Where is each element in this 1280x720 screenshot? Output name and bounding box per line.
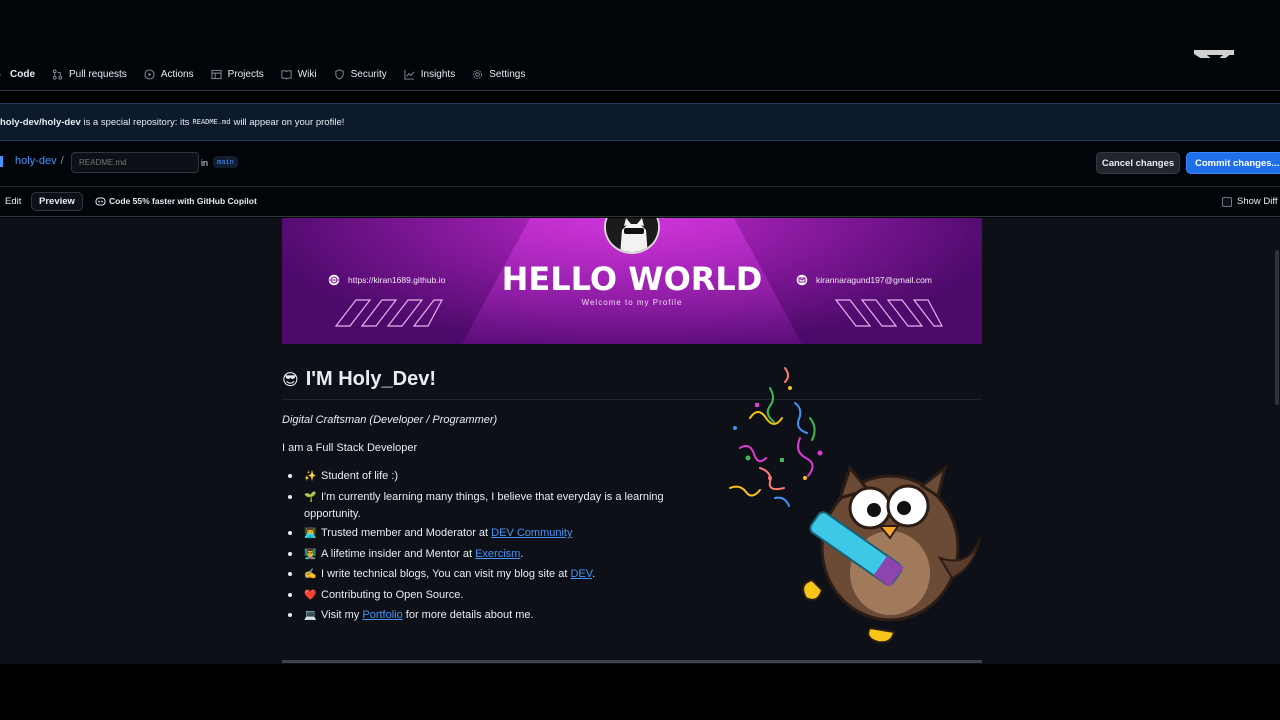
tab-code[interactable]: › Code — [0, 58, 35, 91]
party-owl-icon — [729, 367, 981, 644]
teacher-emoji-icon: 👨‍🏫 — [304, 548, 317, 560]
stripes-left-icon — [334, 299, 444, 327]
commit-changes-button[interactable]: Commit changes... — [1186, 152, 1280, 174]
portfolio-link[interactable]: Portfolio — [362, 609, 402, 621]
list-item: 💻 Visit my Portfolio for more details abo… — [288, 607, 684, 624]
notice-text-1: is a special repository: its — [83, 116, 190, 128]
bottom-letterbox — [0, 664, 1280, 720]
tab-pull-requests[interactable]: Pull requests — [52, 58, 127, 91]
filename-input[interactable] — [71, 152, 199, 173]
banner-email: kirannaragund197@gmail.com — [796, 274, 932, 286]
profile-readme-notice: holy-dev/holy-dev is a special repositor… — [0, 103, 1280, 141]
list-item: ❤️ Contributing to Open Source. — [288, 587, 684, 604]
branch-badge[interactable]: main — [213, 156, 238, 168]
writing-hand-emoji-icon: ✍️ — [304, 569, 317, 580]
tab-actions-label: Actions — [160, 68, 194, 80]
mail-icon — [796, 274, 808, 286]
list-item: ✍️ I write technical blogs, You can visit… — [288, 566, 684, 583]
book-icon — [281, 69, 292, 80]
dev-blog-link[interactable]: DEV — [570, 568, 592, 580]
show-diff-checkbox[interactable] — [1222, 196, 1232, 207]
notice-repo-name: holy-dev/holy-dev — [0, 116, 81, 128]
list-item-text: for more details about me. — [402, 609, 534, 621]
tab-edit[interactable]: Edit — [0, 193, 26, 210]
repo-icon — [0, 155, 3, 167]
show-diff-toggle[interactable]: Show Diff — [1222, 196, 1277, 207]
cancel-changes-button[interactable]: Cancel changes — [1096, 152, 1180, 174]
laptop-emoji-icon: 💻 — [304, 610, 317, 621]
tab-insights-label: Insights — [420, 68, 456, 80]
list-item: 👨‍🏫 A lifetime insider and Mentor at Exer… — [288, 546, 684, 563]
breadcrumb: holy-dev / — [0, 155, 64, 167]
list-item-text: . — [520, 547, 524, 560]
tab-projects-label: Projects — [227, 68, 264, 80]
tab-security[interactable]: Security — [334, 58, 387, 91]
pull-request-icon — [52, 68, 63, 80]
chevron-icon: › — [0, 69, 1, 79]
show-diff-label: Show Diff — [1237, 196, 1278, 207]
tab-wiki-label: Wiki — [297, 68, 317, 80]
banner-email-text: kirannaragund197@gmail.com — [816, 275, 932, 285]
readme-heading-text: I'M Holy_Dev! — [305, 368, 437, 390]
in-label: in — [201, 158, 209, 168]
list-item-text: Trusted member and Moderator at — [321, 527, 492, 539]
tab-actions[interactable]: Actions — [144, 58, 194, 91]
tab-pull-requests-label: Pull requests — [69, 68, 127, 80]
readme-subtitle: Digital Craftsman (Developer / Programme… — [282, 414, 498, 426]
copilot-promo[interactable]: Code 55% faster with GitHub Copilot — [95, 196, 257, 206]
profile-banner: HELLO WORLD Welcome to my Profile https:… — [282, 218, 982, 344]
copilot-icon — [95, 197, 106, 206]
list-item: 🌱 I'm currently learning many things, I b… — [288, 489, 684, 522]
readme-heading: 😎 I'M Holy_Dev! — [282, 368, 436, 391]
table-icon — [211, 69, 222, 79]
technologist-emoji-icon: 👨‍💻 — [304, 528, 317, 539]
tab-security-label: Security — [350, 68, 387, 80]
list-item-text: . — [592, 568, 596, 580]
tab-projects[interactable]: Projects — [211, 58, 264, 91]
notice-text-2: will appear on your profile! — [233, 116, 345, 128]
graph-icon — [404, 69, 415, 80]
banner-website: https://kiran1689.github.io — [328, 274, 445, 286]
list-item-text: Visit my — [321, 609, 363, 621]
shield-icon — [335, 68, 344, 80]
copilot-promo-label: Code 55% faster with GitHub Copilot — [109, 196, 257, 206]
notice-filename: README.md — [192, 118, 231, 126]
editor-tabs: Edit Preview Code 55% faster with GitHub… — [0, 187, 1280, 217]
readme-list: ✨ Student of life :) 🌱 I'm currently learn… — [288, 468, 684, 628]
tab-settings[interactable]: Settings — [472, 58, 525, 91]
repo-link[interactable]: holy-dev — [15, 155, 57, 167]
readme-intro: I am a Full Stack Developer — [282, 442, 418, 454]
scrollbar-thumb[interactable] — [1275, 250, 1279, 405]
list-item-text: Student of life :) — [321, 470, 399, 482]
globe-icon — [328, 274, 340, 286]
markdown-preview: HELLO WORLD Welcome to my Profile https:… — [0, 218, 1280, 664]
dev-community-link[interactable]: DEV Community — [491, 527, 572, 539]
repo-nav: › Code Pull requests Actions Projects Wi… — [0, 58, 1280, 91]
tab-code-label: Code — [10, 68, 35, 80]
banner-website-text: https://kiran1689.github.io — [348, 275, 446, 285]
breadcrumb-separator: / — [60, 155, 64, 167]
editor-header: holy-dev / in main Cancel changes Commit… — [0, 141, 1280, 187]
play-circle-icon — [144, 68, 155, 80]
list-item-text: A lifetime insider and Mentor at — [321, 547, 476, 560]
list-item-text: I write technical blogs, You can visit m… — [321, 568, 571, 580]
gear-icon — [473, 69, 483, 79]
tab-wiki[interactable]: Wiki — [281, 58, 317, 91]
sparkles-emoji-icon: ✨ — [304, 471, 317, 482]
tab-settings-label: Settings — [489, 68, 526, 80]
top-bar — [0, 0, 1280, 78]
heart-emoji-icon: ❤️ — [304, 589, 317, 601]
stripes-right-icon — [834, 299, 944, 327]
list-item-text: Contributing to Open Source. — [321, 588, 464, 601]
content-divider — [282, 660, 982, 663]
list-item: ✨ Student of life :) — [288, 468, 684, 485]
list-item-text: I'm currently learning many things, I be… — [304, 490, 664, 520]
list-item: 👨‍💻 Trusted member and Moderator at DEV C… — [288, 525, 684, 542]
tab-preview[interactable]: Preview — [31, 192, 83, 211]
exercism-link[interactable]: Exercism — [475, 548, 520, 560]
tab-insights[interactable]: Insights — [404, 58, 455, 91]
seedling-emoji-icon: 🌱 — [304, 491, 317, 503]
sunglasses-emoji-icon: 😎 — [282, 371, 299, 389]
